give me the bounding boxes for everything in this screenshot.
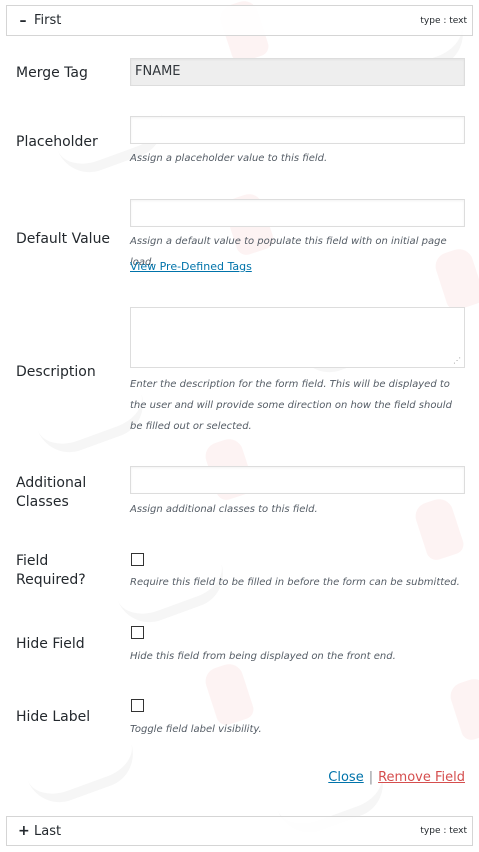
field-required-label: Field Required? [16, 553, 86, 588]
field-type-label: type : text [420, 826, 467, 836]
description-textarea[interactable]: ⋰ [130, 307, 465, 368]
field-required-help: Require this field to be filled in befor… [130, 577, 460, 588]
default-value-label: Default Value [16, 231, 111, 247]
additional-classes-input[interactable] [130, 466, 465, 494]
field-actions: Close | Remove Field [328, 770, 465, 785]
hide-label-help: Toggle field label visibility. [130, 724, 262, 735]
field-required-checkbox[interactable] [131, 553, 144, 566]
panel-toggle[interactable]: + Last [18, 817, 61, 845]
additional-classes-help: Assign additional classes to this field. [130, 504, 318, 515]
field-panel-header-first[interactable]: – First type : text [6, 5, 473, 36]
hide-field-label: Hide Field [16, 636, 85, 652]
field-type-label: type : text [420, 15, 467, 26]
placeholder-label: Placeholder [16, 134, 98, 150]
hide-label-label: Hide Label [16, 709, 91, 725]
additional-classes-label: Additional Classes [16, 475, 87, 510]
description-help: Enter the description for the form field… [130, 379, 452, 432]
action-separator: | [368, 770, 374, 785]
hide-field-checkbox[interactable] [131, 626, 144, 639]
placeholder-help: Assign a placeholder value to this field… [130, 153, 328, 164]
hide-label-checkbox[interactable] [131, 699, 144, 712]
collapse-icon: – [19, 12, 27, 29]
default-value-input[interactable] [130, 199, 465, 227]
placeholder-input[interactable] [130, 116, 465, 144]
panel-toggle[interactable]: – First [18, 6, 62, 35]
field-panel-header-last[interactable]: + Last type : text [6, 816, 473, 846]
description-label: Description [16, 364, 96, 380]
expand-icon: + [18, 823, 30, 839]
merge-tag-label: Merge Tag [16, 65, 88, 81]
remove-field-link[interactable]: Remove Field [378, 770, 465, 785]
close-link[interactable]: Close [328, 770, 363, 785]
resize-handle-icon[interactable]: ⋰ [453, 357, 461, 365]
panel-title: First [34, 13, 62, 28]
hide-field-help: Hide this field from being displayed on … [130, 651, 396, 662]
view-predefined-tags-link[interactable]: View Pre-Defined Tags [130, 260, 252, 273]
panel-title: Last [34, 823, 62, 839]
merge-tag-input: FNAME [130, 58, 465, 86]
